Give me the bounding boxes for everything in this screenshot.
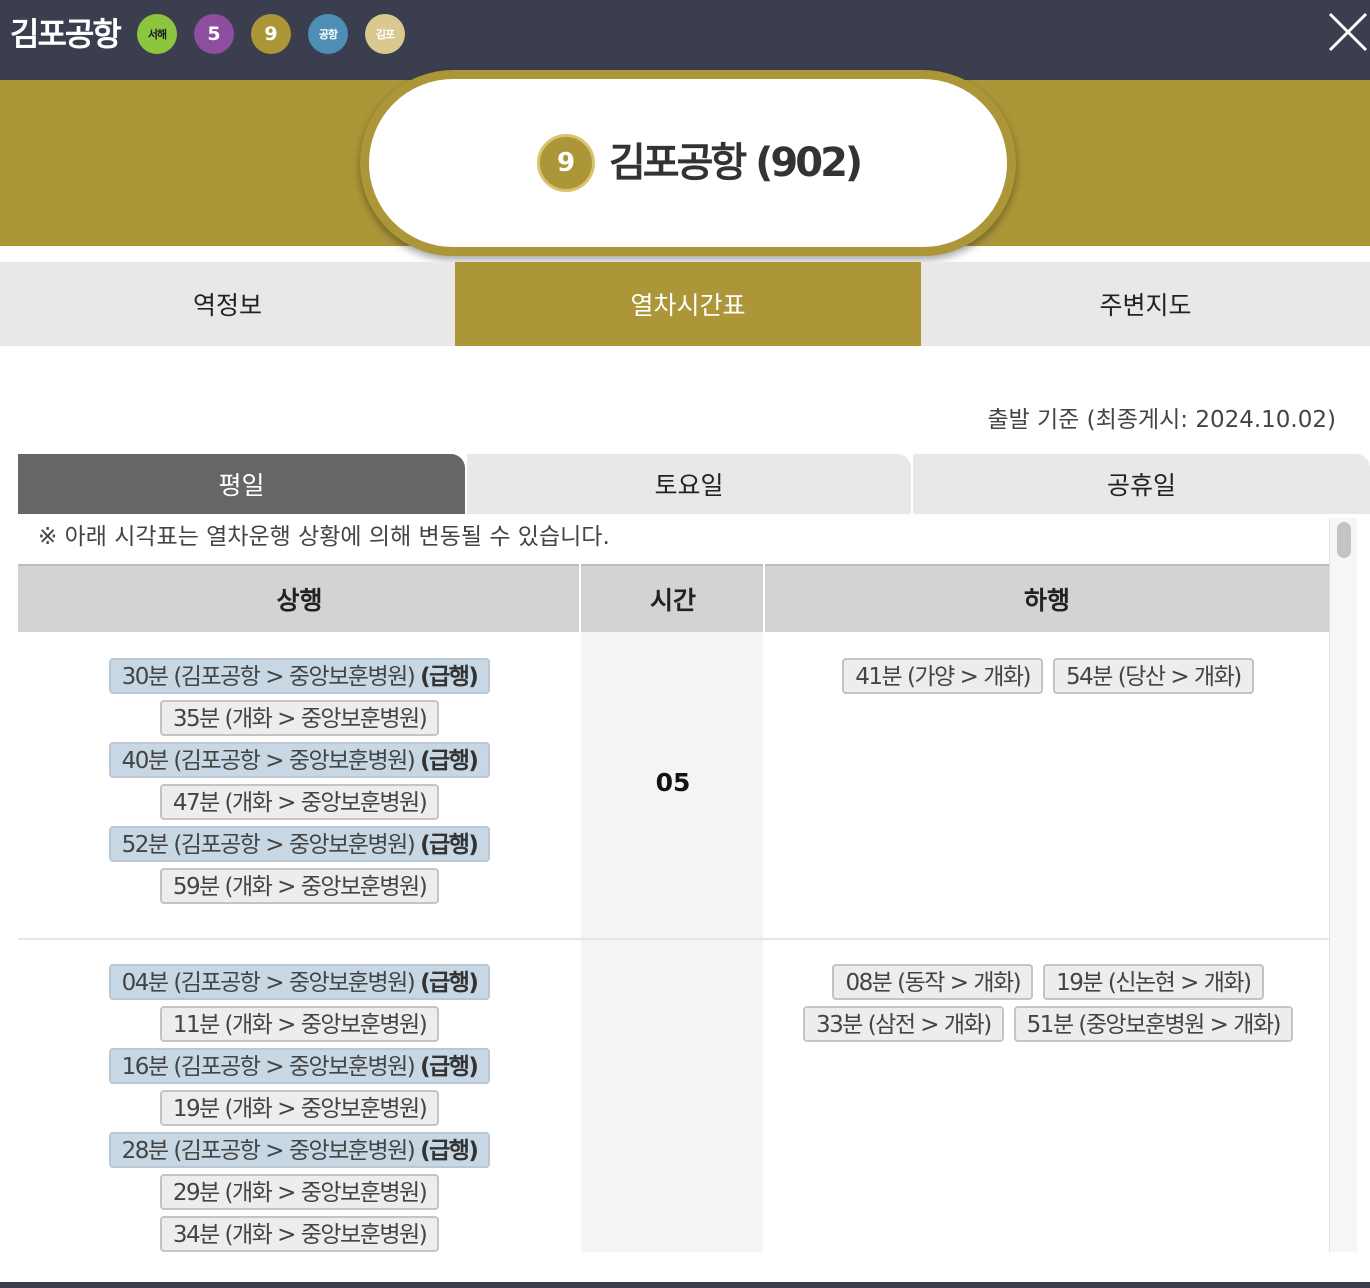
close-button[interactable] — [1326, 10, 1370, 54]
train-chip[interactable]: 11분 (개화 > 중앙보훈병원) — [159, 1006, 440, 1042]
tab-weekday[interactable]: 평일 — [18, 454, 465, 514]
scrollbar-thumb[interactable] — [1337, 522, 1351, 558]
train-chip[interactable]: 33분 (삼전 > 개화) — [802, 1006, 1004, 1042]
time-column-background — [581, 632, 765, 1252]
header-time: 시간 — [649, 586, 696, 615]
express-train-chip[interactable]: 16분 (김포공항 > 중앙보훈병원) (급행) — [108, 1048, 491, 1084]
train-time-route: 34분 (개화 > 중앙보훈병원) — [172, 1222, 428, 1248]
train-chip[interactable]: 19분 (개화 > 중앙보훈병원) — [159, 1090, 440, 1126]
train-time-route: 30분 (김포공항 > 중앙보훈병원) — [121, 664, 416, 690]
train-time-route: 16분 (김포공항 > 중앙보훈병원) — [121, 1054, 416, 1080]
upbound-trains-row-2: 04분 (김포공항 > 중앙보훈병원) (급행) 11분 (개화 > 중앙보훈병원… — [18, 964, 581, 1252]
line-badge[interactable]: 5 — [194, 14, 234, 54]
train-chip[interactable]: 29분 (개화 > 중앙보훈병원) — [159, 1174, 440, 1210]
downbound-trains-row-2: 08분 (동작 > 개화) 19분 (신논현 > 개화) 33분 (삼전 > 개화)… — [767, 964, 1329, 1042]
train-chip[interactable]: 19분 (신논현 > 개화) — [1043, 964, 1264, 1000]
header-downbound: 하행 — [1023, 586, 1070, 615]
timetable-basis: 출발 기준 (최종게시: 2024.10.02) — [987, 407, 1336, 433]
close-icon — [1328, 12, 1368, 52]
train-chip[interactable]: 41분 (가양 > 개화) — [842, 658, 1043, 694]
express-label: (급행) — [420, 970, 479, 996]
train-chip[interactable]: 51분 (중앙보훈병원 > 개화) — [1013, 1006, 1294, 1042]
table-header: 상행 시간 하행 — [18, 564, 1329, 632]
tab-saturday[interactable]: 토요일 — [467, 454, 911, 514]
train-time-route: 59분 (개화 > 중앙보훈병원) — [172, 874, 428, 900]
train-time-route: 11분 (개화 > 중앙보훈병원) — [172, 1012, 428, 1038]
train-chip[interactable]: 34분 (개화 > 중앙보훈병원) — [159, 1216, 440, 1252]
line-badge[interactable]: 김포 — [365, 14, 405, 54]
express-train-chip[interactable]: 04분 (김포공항 > 중앙보훈병원) (급행) — [108, 964, 491, 1000]
scrollbar[interactable] — [1329, 518, 1357, 1252]
express-train-chip[interactable]: 52분 (김포공항 > 중앙보훈병원) (급행) — [108, 826, 491, 862]
tab-station-info[interactable]: 역정보 — [0, 262, 455, 346]
column-divider — [763, 564, 765, 1252]
line-9-badge: 9 — [537, 134, 595, 192]
station-title: 김포공항 — [10, 15, 122, 53]
train-chip[interactable]: 35분 (개화 > 중앙보훈병원) — [159, 700, 440, 736]
train-time-route: 40분 (김포공항 > 중앙보훈병원) — [121, 748, 416, 774]
express-train-chip[interactable]: 30분 (김포공항 > 중앙보훈병원) (급행) — [108, 658, 491, 694]
train-chip[interactable]: 47분 (개화 > 중앙보훈병원) — [159, 784, 440, 820]
train-chip[interactable]: 59분 (개화 > 중앙보훈병원) — [159, 868, 440, 904]
train-time-route: 35분 (개화 > 중앙보훈병원) — [172, 706, 428, 732]
train-time-route: 04분 (김포공항 > 중앙보훈병원) — [121, 970, 416, 996]
hour-cell: 05 — [655, 768, 691, 797]
train-time-route: 29분 (개화 > 중앙보훈병원) — [172, 1180, 428, 1206]
express-train-chip[interactable]: 28분 (김포공항 > 중앙보훈병원) (급행) — [108, 1132, 491, 1168]
train-chip[interactable]: 54분 (당산 > 개화) — [1053, 658, 1254, 694]
express-label: (급행) — [420, 1054, 479, 1080]
timetable-notice: ※ 아래 시각표는 열차운행 상황에 의해 변동될 수 있습니다. — [38, 524, 610, 550]
express-label: (급행) — [420, 1138, 479, 1164]
station-name-pill: 9 김포공항 (902) — [360, 70, 1016, 256]
train-time-route: 28분 (김포공항 > 중앙보훈병원) — [121, 1138, 416, 1164]
timetable-scroll-area[interactable]: 상행 시간 하행 30분 (김포공항 > 중앙보훈병원) (급행) 35분 (개화… — [18, 564, 1329, 1252]
top-bar: 김포공항 서해 5 9 공항 김포 — [0, 0, 1370, 80]
station-name: 김포공항 (902) — [609, 140, 863, 186]
line-badge[interactable]: 서해 — [137, 14, 177, 54]
line-badge[interactable]: 공항 — [308, 14, 348, 54]
train-time-route: 52분 (김포공항 > 중앙보훈병원) — [121, 832, 416, 858]
express-label: (급행) — [420, 832, 479, 858]
downbound-trains-row-1: 41분 (가양 > 개화) 54분 (당산 > 개화) — [767, 658, 1329, 694]
tab-timetable[interactable]: 열차시간표 — [455, 262, 921, 346]
express-train-chip[interactable]: 40분 (김포공항 > 중앙보훈병원) (급행) — [108, 742, 491, 778]
main-tabs: 역정보 열차시간표 주변지도 — [0, 262, 1370, 346]
line-badge[interactable]: 9 — [251, 14, 291, 54]
express-label: (급행) — [420, 664, 479, 690]
header-upbound: 상행 — [276, 586, 323, 615]
train-time-route: 47분 (개화 > 중앙보훈병원) — [172, 790, 428, 816]
express-label: (급행) — [420, 748, 479, 774]
tab-holiday[interactable]: 공휴일 — [913, 454, 1370, 514]
train-chip[interactable]: 08분 (동작 > 개화) — [832, 964, 1034, 1000]
train-time-route: 19분 (개화 > 중앙보훈병원) — [172, 1096, 428, 1122]
upbound-trains-row-1: 30분 (김포공항 > 중앙보훈병원) (급행) 35분 (개화 > 중앙보훈병원… — [18, 658, 581, 904]
tab-nearby-map[interactable]: 주변지도 — [921, 262, 1370, 346]
row-divider — [18, 938, 1329, 940]
bottom-bar — [0, 1282, 1370, 1288]
